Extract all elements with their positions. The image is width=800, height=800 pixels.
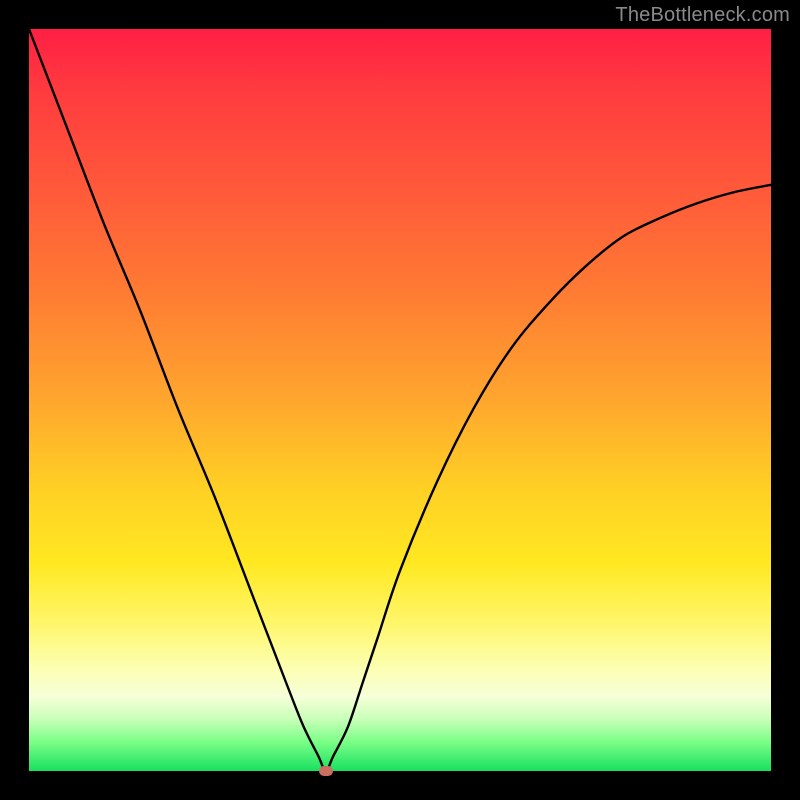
bottleneck-curve (29, 29, 771, 771)
chart-frame: TheBottleneck.com (0, 0, 800, 800)
watermark-text: TheBottleneck.com (615, 4, 790, 27)
plot-area (29, 29, 771, 771)
optimal-point-marker (319, 766, 333, 776)
